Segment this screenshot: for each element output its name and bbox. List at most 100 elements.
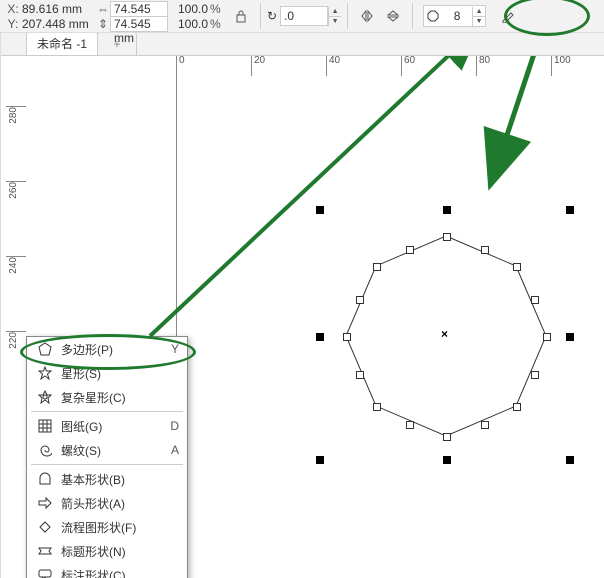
- node[interactable]: [356, 296, 364, 304]
- polygon-sides-input[interactable]: 8 ▲▼: [423, 5, 486, 27]
- polygon-icon: [35, 342, 55, 356]
- node[interactable]: [406, 421, 414, 429]
- node[interactable]: [443, 433, 451, 441]
- position-group: X:89.616 mm Y:207.448 mm: [6, 2, 92, 31]
- x-value[interactable]: 89.616 mm: [20, 2, 92, 16]
- node[interactable]: [481, 421, 489, 429]
- scale-x[interactable]: 100.0: [172, 2, 210, 16]
- menu-label: 复杂星形(C): [55, 389, 179, 406]
- basic-shape-icon: [35, 472, 55, 486]
- menu-complex-star[interactable]: 复杂星形(C): [27, 385, 187, 409]
- node[interactable]: [406, 246, 414, 254]
- property-bar: X:89.616 mm Y:207.448 mm ⇔74.545 mm ⇕74.…: [0, 0, 604, 33]
- y-value[interactable]: 207.448 mm: [20, 17, 92, 31]
- node[interactable]: [513, 403, 521, 411]
- polygon-flyout-menu: 多边形(P) Y 星形(S) 复杂星形(C) 图纸(G) D 螺纹(S) A 基…: [26, 336, 188, 578]
- menu-label: 流程图形状(F): [55, 519, 179, 536]
- mirror-h-icon[interactable]: [355, 4, 379, 28]
- selection-handle[interactable]: [443, 206, 451, 214]
- menu-separator: [31, 411, 183, 412]
- selection-handle[interactable]: [566, 333, 574, 341]
- menu-callout-shapes[interactable]: 标注形状(C): [27, 563, 187, 578]
- menu-label: 星形(S): [55, 365, 179, 382]
- scale-group: 100.0% 100.0%: [172, 2, 224, 31]
- ruler-v-tick: 240: [8, 257, 19, 274]
- ruler-h-tick: 20: [254, 55, 265, 66]
- menu-label: 多边形(P): [55, 341, 171, 358]
- ruler-h-tick: 60: [404, 55, 415, 66]
- menu-spiral[interactable]: 螺纹(S) A: [27, 438, 187, 462]
- node[interactable]: [356, 371, 364, 379]
- node[interactable]: [513, 263, 521, 271]
- tab-title: 未命名 -1: [37, 37, 87, 51]
- lock-ratio-icon[interactable]: [229, 4, 253, 28]
- arrow-shape-icon: [35, 496, 55, 510]
- menu-banner-shapes[interactable]: 标题形状(N): [27, 539, 187, 563]
- ruler-vertical: 280 260 240 220: [6, 76, 27, 526]
- menu-basic-shapes[interactable]: 基本形状(B): [27, 467, 187, 491]
- node[interactable]: [531, 371, 539, 379]
- ruler-v-tick: 260: [8, 182, 19, 199]
- scale-y[interactable]: 100.0: [172, 17, 210, 31]
- polygon-icon: [424, 10, 442, 22]
- node[interactable]: [343, 333, 351, 341]
- ruler-horizontal: 0 20 40 60 80 100: [26, 56, 604, 77]
- height-value[interactable]: 74.545 mm: [110, 16, 168, 32]
- tab-document[interactable]: 未命名 -1: [26, 32, 98, 55]
- menu-shortcut: A: [171, 443, 179, 457]
- rotate-icon: ↻: [267, 9, 277, 23]
- grid-icon: [35, 419, 55, 433]
- width-icon: ⇔: [96, 2, 110, 16]
- rotation-spinner[interactable]: ▲▼: [328, 7, 341, 26]
- ruler-h-tick: 100: [554, 55, 571, 66]
- size-group: ⇔74.545 mm ⇕74.545 mm: [96, 2, 168, 31]
- node[interactable]: [373, 263, 381, 271]
- workarea: 0 20 40 60 80 100 280 260 240 220: [0, 56, 604, 526]
- complex-star-icon: [35, 390, 55, 404]
- menu-star[interactable]: 星形(S): [27, 361, 187, 385]
- menu-flowchart-shapes[interactable]: 流程图形状(F): [27, 515, 187, 539]
- banner-icon: [35, 544, 55, 558]
- menu-arrow-shapes[interactable]: 箭头形状(A): [27, 491, 187, 515]
- star-icon: [35, 366, 55, 380]
- width-value[interactable]: 74.545 mm: [110, 1, 168, 17]
- node[interactable]: [443, 233, 451, 241]
- ruler-h-tick: 80: [479, 55, 490, 66]
- rotation-group: ↻ .0 ▲▼: [267, 6, 341, 26]
- menu-label: 螺纹(S): [55, 442, 171, 459]
- y-label: Y:: [6, 17, 20, 31]
- outline-pen-icon[interactable]: [496, 4, 520, 28]
- rotation-value[interactable]: .0: [280, 6, 328, 26]
- menu-shortcut: D: [170, 419, 179, 433]
- x-label: X:: [6, 2, 20, 16]
- selection-handle[interactable]: [566, 456, 574, 464]
- spiral-icon: [35, 443, 55, 457]
- ruler-h-tick: 0: [179, 55, 185, 66]
- selection-handle[interactable]: [316, 456, 324, 464]
- menu-label: 图纸(G): [55, 418, 170, 435]
- menu-graph-paper[interactable]: 图纸(G) D: [27, 414, 187, 438]
- selection-handle[interactable]: [316, 333, 324, 341]
- menu-separator: [31, 464, 183, 465]
- menu-label: 箭头形状(A): [55, 495, 179, 512]
- pct-label: %: [210, 2, 224, 16]
- center-marker: ×: [441, 327, 448, 341]
- node[interactable]: [373, 403, 381, 411]
- node[interactable]: [481, 246, 489, 254]
- node[interactable]: [543, 333, 551, 341]
- document-tabs: 未命名 -1 +: [0, 33, 604, 56]
- selection-handle[interactable]: [316, 206, 324, 214]
- menu-label: 标注形状(C): [55, 567, 179, 578]
- selection-handle[interactable]: [443, 456, 451, 464]
- flowchart-icon: [35, 520, 55, 534]
- sides-value[interactable]: 8: [442, 9, 472, 23]
- pct-label-2: %: [210, 17, 224, 31]
- node[interactable]: [531, 296, 539, 304]
- mirror-v-icon[interactable]: [381, 4, 405, 28]
- ruler-v-tick: 280: [8, 107, 19, 124]
- selection-handle[interactable]: [566, 206, 574, 214]
- ruler-v-tick: 220: [8, 332, 19, 349]
- sides-spinner[interactable]: ▲▼: [472, 7, 485, 26]
- callout-icon: [35, 568, 55, 578]
- menu-polygon[interactable]: 多边形(P) Y: [27, 337, 187, 361]
